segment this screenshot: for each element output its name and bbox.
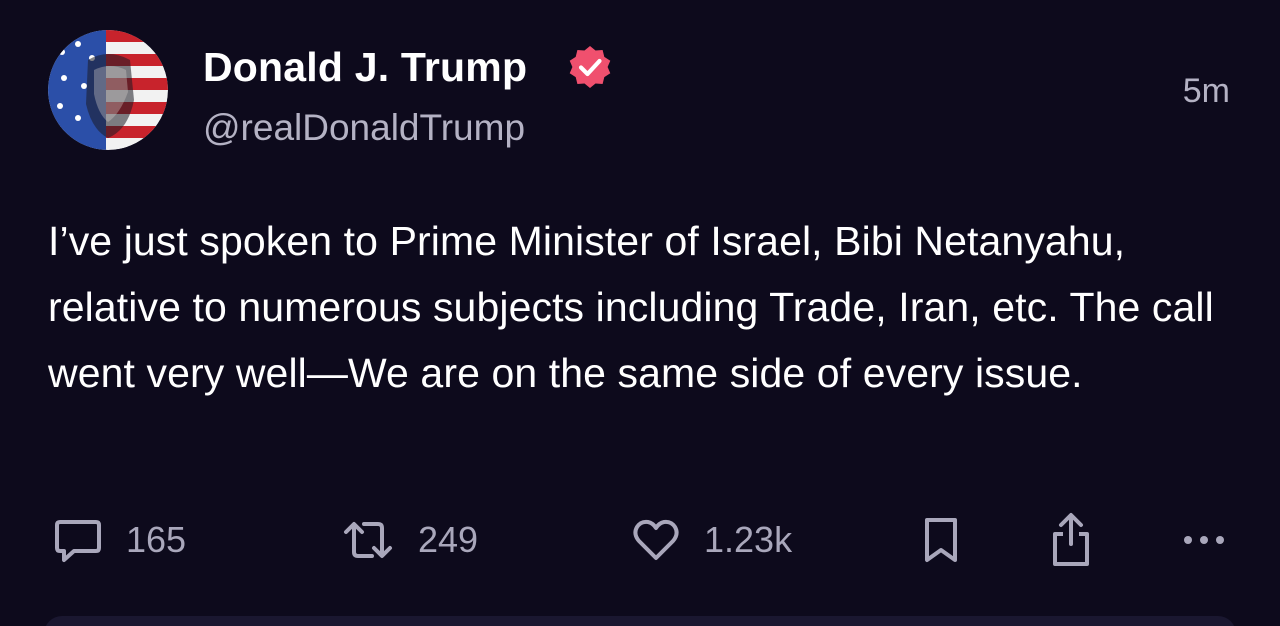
like-count: 1.23k — [704, 519, 793, 560]
comment-icon — [55, 520, 101, 562]
avatar[interactable] — [48, 30, 168, 150]
post-card: Donald J. Trump @realDonaldTrump 5m I’ve… — [0, 0, 1280, 626]
post-actions-bar: 165 249 1.23k — [0, 508, 1280, 572]
reply-composer-edge — [44, 616, 1236, 626]
verified-badge-icon — [569, 46, 611, 88]
share-button[interactable] — [1046, 508, 1096, 572]
share-icon — [1053, 513, 1089, 566]
repost-icon — [344, 522, 392, 558]
post-body-text: I’ve just spoken to Prime Minister of Is… — [48, 218, 1214, 396]
reply-count: 165 — [126, 519, 187, 560]
reply-button[interactable]: 165 — [52, 508, 186, 572]
like-button[interactable]: 1.23k — [630, 508, 792, 572]
repost-button[interactable]: 249 — [338, 508, 478, 572]
more-icon — [1184, 536, 1224, 544]
repost-count: 249 — [418, 519, 479, 560]
heart-icon — [633, 519, 679, 560]
more-button[interactable] — [1180, 508, 1228, 572]
author-handle[interactable]: @realDonaldTrump — [203, 106, 525, 150]
author-display-name[interactable]: Donald J. Trump — [203, 43, 527, 91]
bookmark-button[interactable] — [918, 508, 964, 572]
bookmark-icon — [925, 518, 957, 562]
post-timestamp[interactable]: 5m — [1183, 70, 1230, 112]
avatar-image — [48, 30, 168, 150]
